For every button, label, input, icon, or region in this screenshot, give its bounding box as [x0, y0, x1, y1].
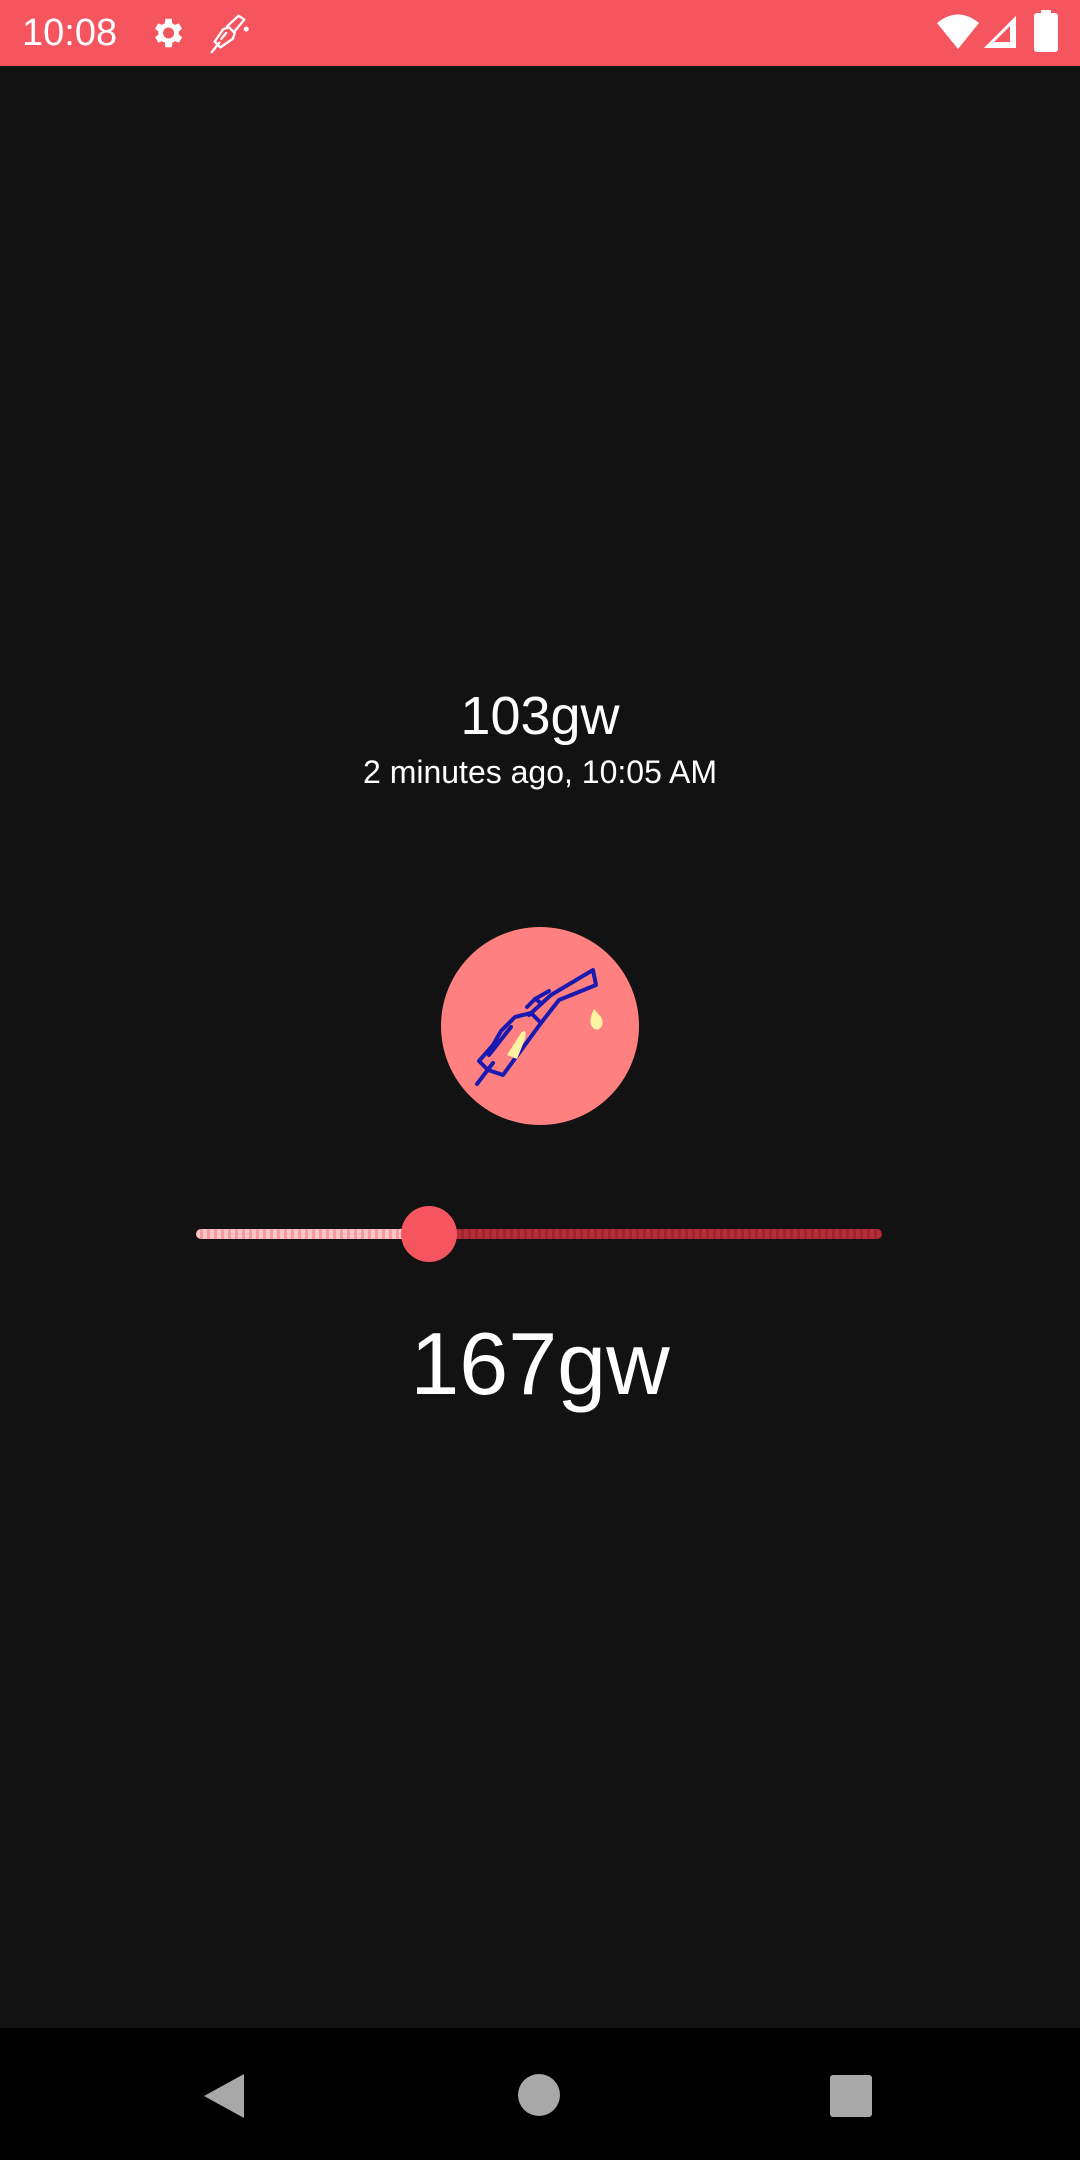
- slider-track-active[interactable]: [196, 1229, 429, 1239]
- recents-icon[interactable]: [830, 2075, 872, 2117]
- wifi-icon: [937, 14, 979, 49]
- slider-track-inactive[interactable]: [429, 1229, 882, 1239]
- status-bar: 10:08: [0, 0, 1080, 66]
- quantity-slider[interactable]: [196, 1206, 882, 1262]
- back-icon[interactable]: [202, 2072, 246, 2120]
- refuel-button[interactable]: [441, 927, 639, 1125]
- slider-thumb[interactable]: [401, 1206, 457, 1262]
- navigation-bar: [0, 2028, 1080, 2160]
- selected-value: 167gw: [410, 1314, 670, 1413]
- signal-icon: [984, 16, 1016, 48]
- last-reading-value: 103gw: [460, 686, 620, 746]
- gear-icon: [154, 18, 183, 48]
- screen: 10:08 103gw 2 minutes ago, 10:05 AM 167g…: [0, 0, 1080, 2160]
- home-icon[interactable]: [518, 2074, 560, 2116]
- fuel-nozzle-icon: [475, 968, 603, 1086]
- fuel-pump-icon: [210, 14, 249, 54]
- status-time: 10:08: [22, 12, 118, 54]
- last-reading-time: 2 minutes ago, 10:05 AM: [363, 754, 717, 790]
- battery-icon: [1034, 10, 1058, 52]
